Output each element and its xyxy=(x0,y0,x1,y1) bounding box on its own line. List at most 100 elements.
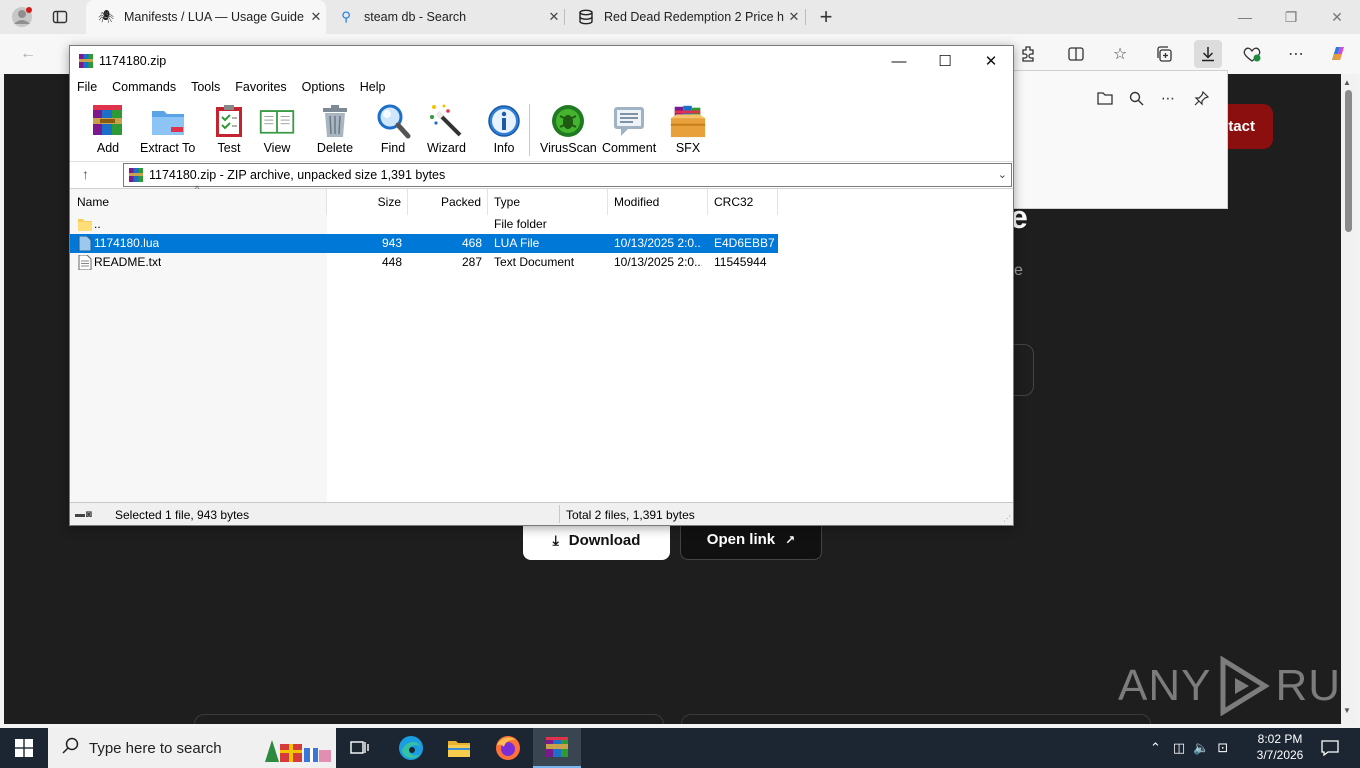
sfx-button[interactable]: SFX xyxy=(669,102,707,155)
comment-button[interactable]: Comment xyxy=(602,102,656,155)
winrar-menu-bar: File Commands Tools Favorites Options He… xyxy=(70,76,1013,98)
profile-avatar[interactable] xyxy=(8,3,36,31)
column-crc32[interactable]: CRC32 xyxy=(708,189,778,215)
up-one-level-icon[interactable]: ↑ xyxy=(82,166,89,182)
taskbar-file-explorer[interactable] xyxy=(435,728,483,768)
extract-to-button[interactable]: Extract To xyxy=(140,102,195,155)
chevron-up-icon[interactable]: ⌃ xyxy=(1150,740,1161,756)
close-tab-icon[interactable]: ✕ xyxy=(784,9,804,25)
tab-rdr2-price[interactable]: Red Dead Redemption 2 Price his ✕ xyxy=(566,0,804,34)
scroll-up-icon[interactable]: ▲ xyxy=(1343,78,1351,87)
start-button[interactable] xyxy=(0,728,48,768)
add-button[interactable]: Add xyxy=(89,102,127,155)
taskbar-firefox[interactable] xyxy=(484,728,532,768)
tab-steam-db[interactable]: ⚲ steam db - Search ✕ xyxy=(326,0,564,34)
clock[interactable]: 8:02 PM 3/7/2026 xyxy=(1244,731,1316,763)
sort-ascending-icon: ^ xyxy=(195,184,200,194)
pin-icon[interactable] xyxy=(1190,87,1212,109)
split-screen-icon[interactable] xyxy=(1062,40,1090,68)
winrar-minimize-button[interactable]: — xyxy=(876,46,922,76)
view-button[interactable]: View xyxy=(258,102,296,155)
menu-tools[interactable]: Tools xyxy=(191,80,220,94)
menu-favorites[interactable]: Favorites xyxy=(235,80,286,94)
wizard-button[interactable]: Wizard xyxy=(427,102,466,155)
more-options-icon[interactable]: ⋯ xyxy=(1157,87,1179,109)
table-row-selected[interactable]: 1174180.lua 943 468 LUA File 10/13/2025 … xyxy=(70,234,778,253)
tab-actions-icon[interactable] xyxy=(46,3,74,31)
copilot-icon[interactable] xyxy=(1324,40,1352,68)
menu-options[interactable]: Options xyxy=(302,80,345,94)
archive-path-dropdown[interactable]: 1174180.zip - ZIP archive, unpacked size… xyxy=(123,163,1012,187)
page-scrollbar-thumb[interactable] xyxy=(1345,90,1352,232)
extract-folder-icon xyxy=(149,102,187,140)
resize-grip-icon[interactable]: ⋰ xyxy=(1003,514,1011,523)
winrar-window: 1174180.zip — ☐ ✕ File Commands Tools Fa… xyxy=(69,45,1014,526)
trash-icon xyxy=(316,102,354,140)
file-list: Name ^ Size Packed Type Modified CRC32 .… xyxy=(70,184,1013,503)
file-list-header: Name ^ Size Packed Type Modified CRC32 xyxy=(70,184,1013,215)
menu-file[interactable]: File xyxy=(77,80,97,94)
table-row[interactable]: README.txt 448 287 Text Document 10/13/2… xyxy=(70,253,778,272)
edge-icon xyxy=(399,736,423,760)
close-tab-icon[interactable]: ✕ xyxy=(544,9,564,25)
database-icon xyxy=(578,9,594,25)
browser-close-button[interactable]: ✕ xyxy=(1314,0,1360,34)
more-menu-icon[interactable]: ⋯ xyxy=(1282,40,1310,68)
winrar-maximize-button[interactable]: ☐ xyxy=(922,46,968,76)
new-tab-button[interactable]: + xyxy=(812,3,840,31)
tab-title: Manifests / LUA — Usage Guide xyxy=(124,10,304,24)
clock-date: 3/7/2026 xyxy=(1256,748,1304,762)
downloads-panel: ⋯ xyxy=(1014,70,1228,209)
winrar-title: 1174180.zip xyxy=(99,54,167,68)
download-button[interactable]: ⤓ Download xyxy=(523,520,670,560)
browser-essentials-icon[interactable] xyxy=(1238,40,1266,68)
browser-minimize-button[interactable]: — xyxy=(1222,0,1268,34)
tab-manifests[interactable]: 🕷 Manifests / LUA — Usage Guide ✕ xyxy=(86,0,326,34)
test-clipboard-icon xyxy=(210,102,248,140)
bug-icon: 🕷 xyxy=(97,9,115,24)
column-size[interactable]: Size xyxy=(327,189,408,215)
scroll-down-icon[interactable]: ▼ xyxy=(1343,706,1351,715)
close-tab-icon[interactable]: ✕ xyxy=(306,9,326,25)
browser-restore-button[interactable]: ❐ xyxy=(1268,0,1314,34)
taskbar-winrar[interactable] xyxy=(533,728,581,768)
archive-icon xyxy=(129,168,143,182)
column-type[interactable]: Type xyxy=(488,189,608,215)
column-modified[interactable]: Modified xyxy=(608,189,708,215)
open-link-button[interactable]: Open link ↗ xyxy=(680,520,822,560)
notification-icon[interactable] xyxy=(1312,728,1348,768)
search-downloads-icon[interactable] xyxy=(1125,87,1147,109)
virusscan-button[interactable]: VirusScan xyxy=(540,102,597,155)
external-link-icon: ↗ xyxy=(785,532,796,547)
menu-commands[interactable]: Commands xyxy=(112,80,176,94)
task-view-button[interactable] xyxy=(336,728,384,768)
extensions-icon[interactable] xyxy=(1014,40,1042,68)
folder-icon xyxy=(448,741,470,757)
network-icon[interactable]: ⊡ xyxy=(1217,740,1228,756)
find-button[interactable]: Find xyxy=(374,102,412,155)
taskbar-search-box[interactable]: Type here to search xyxy=(48,728,336,768)
download-icon: ⤓ xyxy=(552,531,559,548)
collections-icon[interactable] xyxy=(1150,40,1178,68)
test-button[interactable]: Test xyxy=(210,102,248,155)
menu-help[interactable]: Help xyxy=(360,80,386,94)
table-row[interactable]: .. File folder xyxy=(70,215,778,234)
tab-title: Red Dead Redemption 2 Price his xyxy=(604,10,784,24)
taskbar-edge[interactable] xyxy=(387,728,435,768)
favorites-icon[interactable]: ☆ xyxy=(1106,40,1134,68)
open-folder-icon[interactable] xyxy=(1094,87,1116,109)
virus-scan-icon xyxy=(549,102,587,140)
info-button[interactable]: Info xyxy=(485,102,523,155)
page-card xyxy=(194,714,664,724)
system-tray: ⌃ ◫ 🔈 ⊡ xyxy=(1150,728,1228,768)
winrar-title-bar[interactable]: 1174180.zip — ☐ ✕ xyxy=(70,46,1013,76)
chevron-down-icon[interactable]: ⌄ xyxy=(998,168,1007,181)
winrar-close-button[interactable]: ✕ xyxy=(968,46,1014,76)
volume-icon[interactable]: 🔈 xyxy=(1193,740,1209,756)
meet-now-icon[interactable]: ◫ xyxy=(1173,740,1185,756)
column-packed[interactable]: Packed xyxy=(408,189,488,215)
back-arrow-icon[interactable]: ← xyxy=(14,40,42,68)
view-book-icon xyxy=(258,102,296,140)
downloads-icon[interactable] xyxy=(1194,40,1222,68)
delete-button[interactable]: Delete xyxy=(316,102,354,155)
